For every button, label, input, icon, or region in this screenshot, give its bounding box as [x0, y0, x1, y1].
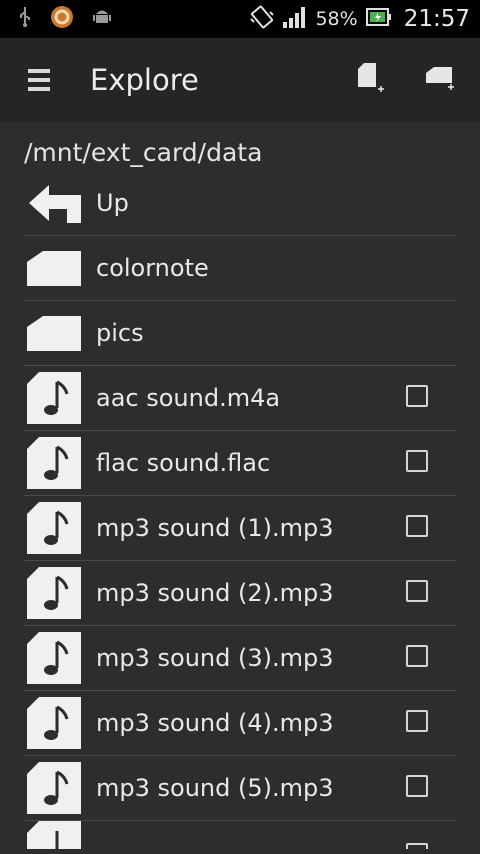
new-file-button[interactable] [356, 61, 386, 99]
new-folder-button[interactable] [424, 63, 456, 97]
list-item-file[interactable]: mp3 sound (2).mp3 [24, 561, 456, 626]
music-file-icon [27, 502, 85, 554]
vibrate-icon [249, 5, 275, 33]
signal-icon [283, 6, 307, 32]
folder-icon [27, 307, 85, 359]
select-checkbox[interactable] [406, 775, 428, 797]
current-path: /mnt/ext_card/data [24, 138, 263, 167]
list-item-file[interactable]: mp3 sound (4).mp3 [24, 691, 456, 756]
select-checkbox[interactable] [406, 580, 428, 602]
clock: 21:57 [403, 6, 470, 32]
list-item-file[interactable]: mp3 sound (5).mp3 [24, 756, 456, 821]
music-file-icon [27, 567, 85, 619]
list-item-file[interactable]: mp3 sound (1).mp3 [24, 496, 456, 561]
list-item-file[interactable]: flac sound.flac [24, 431, 456, 496]
item-label: Up [96, 189, 129, 217]
new-file-icon [358, 63, 384, 92]
item-label: flac sound.flac [96, 449, 271, 477]
item-label: colornote [96, 254, 209, 282]
android-icon [92, 7, 112, 31]
item-label: mp3 sound (5).mp3 [96, 774, 334, 802]
item-label: mp3 sound (1).mp3 [96, 514, 334, 542]
music-file-icon [27, 632, 85, 684]
list-item-file[interactable]: aac sound.m4a [24, 366, 456, 431]
app-notification-icon [50, 5, 74, 33]
list-item-file[interactable]: mp3 sound (3).mp3 [24, 626, 456, 691]
list-item-up[interactable]: Up [24, 171, 456, 236]
item-label: pics [96, 319, 144, 347]
select-checkbox[interactable] [406, 385, 428, 407]
music-file-icon [27, 821, 85, 849]
music-file-icon [27, 372, 85, 424]
list-item-file-partial[interactable] [24, 821, 456, 849]
status-bar: 58% 21:57 [0, 0, 480, 38]
select-checkbox[interactable] [406, 645, 428, 667]
music-file-icon [27, 437, 85, 489]
menu-icon-bar [28, 87, 50, 91]
new-folder-icon [426, 67, 454, 90]
page-title: Explore [90, 63, 199, 97]
back-arrow-icon [27, 177, 85, 229]
action-bar: Explore [0, 38, 480, 122]
music-file-icon [27, 697, 85, 749]
select-checkbox[interactable] [406, 710, 428, 732]
select-checkbox[interactable] [406, 843, 428, 849]
menu-button[interactable] [28, 69, 50, 91]
item-label: mp3 sound (2).mp3 [96, 579, 334, 607]
select-checkbox[interactable] [406, 450, 428, 472]
battery-percent: 58% [315, 8, 358, 30]
menu-icon-bar [28, 78, 50, 82]
item-label: mp3 sound (4).mp3 [96, 709, 334, 737]
item-label: aac sound.m4a [96, 384, 281, 412]
list-item-folder[interactable]: colornote [24, 236, 456, 301]
folder-icon [27, 242, 85, 294]
select-checkbox[interactable] [406, 515, 428, 537]
file-list: Up colornote pics aac sound.m4a flac sou… [0, 171, 480, 849]
item-label: mp3 sound (3).mp3 [96, 644, 334, 672]
menu-icon [28, 69, 50, 73]
battery-charging-icon [365, 8, 392, 30]
list-item-folder[interactable]: pics [24, 301, 456, 366]
usb-icon [18, 6, 32, 32]
music-file-icon [27, 762, 85, 814]
